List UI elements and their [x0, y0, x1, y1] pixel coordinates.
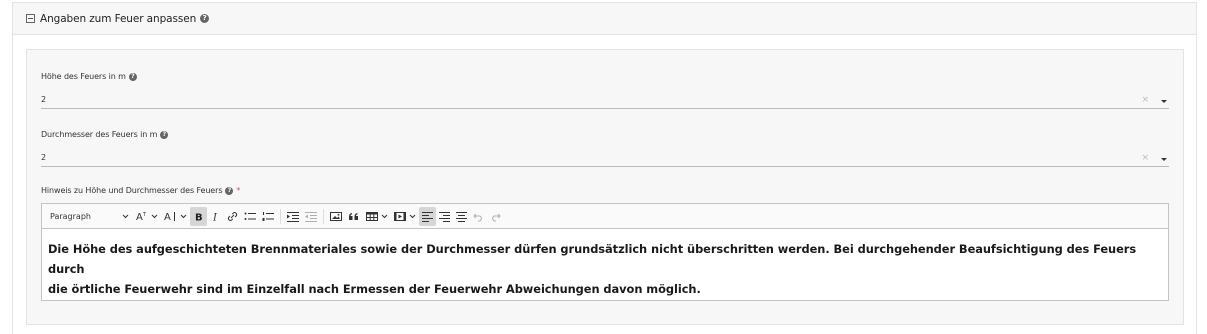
clear-icon[interactable]: × — [1141, 95, 1149, 105]
diameter-select[interactable]: 2 × — [41, 153, 1169, 167]
svg-text:A: A — [136, 212, 143, 222]
height-field-label: Höhe des Feuers in m ? — [41, 72, 137, 81]
numbered-list-icon — [262, 211, 274, 221]
redo-button[interactable] — [487, 207, 504, 226]
editor-content-line: die örtliche Feuerwehr sind im Einzelfal… — [48, 282, 701, 296]
toolbar-separator — [323, 208, 324, 224]
editor-toolbar: Paragraph AT A B I — [42, 204, 1168, 229]
link-button[interactable] — [224, 207, 241, 226]
help-icon[interactable]: ? — [160, 130, 169, 139]
insert-media-button[interactable] — [391, 207, 419, 226]
quote-icon — [349, 212, 358, 220]
chevron-down-icon — [409, 214, 416, 218]
align-center-button[interactable] — [453, 207, 470, 226]
media-icon — [394, 211, 406, 221]
image-icon — [330, 211, 342, 221]
outdent-icon — [305, 211, 317, 222]
form-panel: Höhe des Feuers in m ? 2 × Durchmesser d… — [26, 49, 1184, 325]
chevron-down-icon — [122, 214, 129, 218]
align-right-icon — [439, 211, 450, 222]
section-header[interactable]: Angaben zum Feuer anpassen ? — [13, 3, 1196, 35]
diameter-select-value: 2 — [41, 153, 47, 162]
chevron-down-icon — [180, 214, 187, 218]
heading-dropdown[interactable]: Paragraph — [50, 212, 133, 221]
editor-content-line: Die Höhe des aufgeschichteten Brennmater… — [48, 242, 1137, 276]
indent-icon — [287, 211, 299, 222]
height-label-text: Höhe des Feuers in m — [41, 72, 126, 81]
bold-icon: B — [195, 212, 203, 222]
font-size-icon: AT — [136, 212, 147, 222]
editor-content[interactable]: Die Höhe des aufgeschichteten Brennmater… — [42, 229, 1168, 299]
clear-icon[interactable]: × — [1141, 153, 1149, 163]
bold-button[interactable]: B — [190, 206, 207, 226]
insert-image-button[interactable] — [327, 207, 345, 226]
note-label-text: Hinweis zu Höhe und Durchmesser des Feue… — [41, 186, 223, 195]
outdent-button[interactable] — [302, 207, 320, 226]
redo-icon — [492, 213, 501, 221]
svg-text:B: B — [195, 212, 203, 222]
required-marker: * — [236, 186, 241, 195]
indent-button[interactable] — [284, 207, 302, 226]
height-select-value: 2 — [41, 95, 47, 104]
help-icon[interactable]: ? — [128, 72, 137, 81]
undo-button[interactable] — [470, 207, 487, 226]
section-title: Angaben zum Feuer anpassen — [40, 12, 197, 25]
caret-down-icon[interactable] — [1161, 100, 1167, 103]
toolbar-separator — [280, 208, 281, 224]
align-center-icon — [456, 211, 467, 222]
svg-text:A: A — [164, 212, 171, 222]
collapse-toggle-icon[interactable] — [26, 14, 35, 23]
font-family-button[interactable]: A — [161, 207, 190, 226]
align-left-icon — [422, 211, 433, 222]
help-icon[interactable]: ? — [200, 14, 210, 23]
diameter-label-text: Durchmesser des Feuers in m — [41, 130, 158, 139]
svg-text:I: I — [212, 212, 218, 222]
bulleted-list-icon — [244, 212, 256, 220]
heading-dropdown-value: Paragraph — [50, 211, 91, 221]
font-family-icon: A — [164, 211, 175, 222]
height-select[interactable]: 2 × — [41, 95, 1169, 109]
align-right-button[interactable] — [436, 207, 453, 226]
numbered-list-button[interactable] — [259, 207, 277, 226]
caret-down-icon[interactable] — [1161, 158, 1167, 161]
help-icon[interactable]: ? — [225, 186, 234, 195]
fire-details-section: Angaben zum Feuer anpassen ? Höhe des Fe… — [12, 2, 1197, 334]
italic-icon: I — [212, 212, 218, 222]
chevron-down-icon — [151, 214, 158, 218]
table-icon — [366, 211, 378, 221]
rich-text-editor[interactable]: Paragraph AT A B I Die Höhe des aufgesch… — [41, 203, 1169, 301]
note-field-label: Hinweis zu Höhe und Durchmesser des Feue… — [41, 186, 240, 195]
svg-text:T: T — [142, 212, 147, 218]
align-left-button[interactable] — [419, 206, 436, 226]
font-size-button[interactable]: AT — [133, 207, 161, 226]
blockquote-button[interactable] — [345, 207, 363, 226]
undo-icon — [473, 213, 482, 221]
chevron-down-icon — [381, 214, 388, 218]
diameter-field-label: Durchmesser des Feuers in m ? — [41, 130, 169, 139]
insert-table-button[interactable] — [363, 207, 391, 226]
link-icon — [227, 211, 238, 221]
bulleted-list-button[interactable] — [241, 207, 259, 226]
italic-button[interactable]: I — [207, 207, 224, 226]
